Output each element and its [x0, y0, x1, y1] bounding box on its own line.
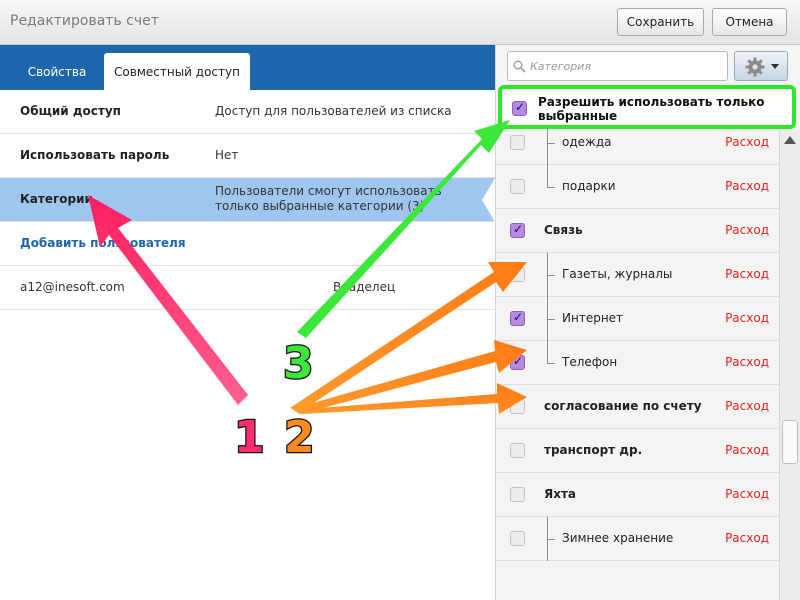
setting-key: Категории: [20, 192, 93, 206]
category-name: одежда: [562, 135, 612, 149]
tab-bar: Свойства Совместный доступ: [0, 45, 495, 90]
category-row[interactable]: Яхта Расход: [496, 473, 779, 517]
category-name: Связь: [544, 223, 583, 237]
category-checkbox[interactable]: [510, 531, 525, 546]
category-row[interactable]: Интернет Расход: [496, 297, 779, 341]
category-checkbox[interactable]: [510, 179, 525, 194]
category-checkbox[interactable]: [510, 222, 525, 238]
category-type: Расход: [725, 443, 769, 457]
category-checkbox[interactable]: [510, 135, 525, 150]
category-name: Яхта: [544, 487, 577, 501]
chevron-down-icon: [771, 64, 779, 69]
category-name: Интернет: [562, 311, 624, 325]
setting-row-categories[interactable]: Категории Пользователи смогут использова…: [0, 178, 495, 222]
sharing-settings-panel: Общий доступ Доступ для пользователей из…: [0, 90, 495, 600]
setting-row-use-password[interactable]: Использовать пароль Нет: [0, 134, 495, 178]
tab-properties[interactable]: Свойства: [18, 53, 96, 90]
tree-line: [547, 363, 555, 364]
category-checkbox[interactable]: [510, 310, 525, 326]
category-name: подарки: [562, 179, 616, 193]
category-type: Расход: [725, 531, 769, 545]
tree-line: [547, 187, 555, 188]
user-email: a12@inesoft.com: [20, 280, 125, 294]
category-row[interactable]: подарки Расход: [496, 165, 779, 209]
add-user-row: Добавить пользователя: [0, 222, 495, 266]
setting-row-shared-access[interactable]: Общий доступ Доступ для пользователей из…: [0, 90, 495, 134]
setting-value: Пользователи смогут использовать только …: [215, 184, 442, 213]
category-type: Расход: [725, 487, 769, 501]
category-type: Расход: [725, 267, 769, 281]
category-row[interactable]: Зимнее хранение Расход: [496, 517, 779, 561]
tree-line: [547, 165, 548, 187]
category-type: Расход: [725, 179, 769, 193]
save-button[interactable]: Сохранить: [617, 8, 704, 36]
tab-sharing[interactable]: Совместный доступ: [104, 53, 250, 90]
scrollbar-thumb[interactable]: [782, 420, 798, 464]
category-name: Газеты, журналы: [562, 267, 673, 281]
category-row[interactable]: Связь Расход: [496, 209, 779, 253]
settings-dropdown-button[interactable]: [734, 51, 788, 81]
tree-line: [547, 319, 555, 320]
selection-pointer: [482, 178, 495, 222]
setting-key: Использовать пароль: [20, 148, 170, 162]
category-type: Расход: [725, 355, 769, 369]
search-placeholder: Категория: [530, 60, 591, 73]
scroll-up-arrow-icon[interactable]: [784, 136, 796, 144]
setting-value: Доступ для пользователей из списка: [215, 104, 452, 118]
tree-line: [547, 341, 548, 363]
allow-selected-checkbox[interactable]: [512, 100, 527, 116]
category-row[interactable]: Телефон Расход: [496, 341, 779, 385]
category-search-input[interactable]: Категория: [507, 51, 728, 81]
title-bar: Редактировать счет Сохранить Отмена: [0, 0, 800, 45]
category-checkbox[interactable]: [510, 354, 525, 370]
user-row[interactable]: a12@inesoft.com Владелец: [0, 266, 495, 310]
category-type: Расход: [725, 399, 769, 413]
category-row[interactable]: согласование по счету Расход: [496, 385, 779, 429]
category-type: Расход: [725, 135, 769, 149]
category-name: Зимнее хранение: [562, 531, 674, 545]
category-type: Расход: [725, 311, 769, 325]
category-row[interactable]: транспорт др. Расход: [496, 429, 779, 473]
tree-line: [547, 539, 555, 540]
setting-value: Нет: [215, 148, 239, 162]
category-name: транспорт др.: [544, 443, 643, 457]
setting-key: Общий доступ: [20, 104, 121, 118]
gear-icon: [745, 57, 765, 77]
category-name: Телефон: [562, 355, 618, 369]
category-checkbox[interactable]: [510, 399, 525, 414]
cancel-button[interactable]: Отмена: [712, 8, 787, 36]
category-name: согласование по счету: [544, 399, 702, 413]
category-checkbox[interactable]: [510, 443, 525, 458]
category-type: Расход: [725, 223, 769, 237]
category-scrollbar[interactable]: [779, 130, 800, 600]
tree-line: [547, 275, 555, 276]
tree-line: [547, 143, 555, 144]
search-icon: [513, 60, 526, 73]
category-checkbox[interactable]: [510, 487, 525, 502]
allow-selected-label: Разрешить использовать только выбранные: [538, 95, 765, 123]
window-title: Редактировать счет: [10, 13, 159, 29]
category-checkbox[interactable]: [510, 267, 525, 282]
add-user-link[interactable]: Добавить пользователя: [20, 236, 186, 250]
allow-selected-only-option[interactable]: Разрешить использовать только выбранные: [498, 85, 796, 129]
category-row[interactable]: Газеты, журналы Расход: [496, 253, 779, 297]
category-list: Комп+электроникаРасхододеждаРасходподарк…: [496, 89, 779, 600]
